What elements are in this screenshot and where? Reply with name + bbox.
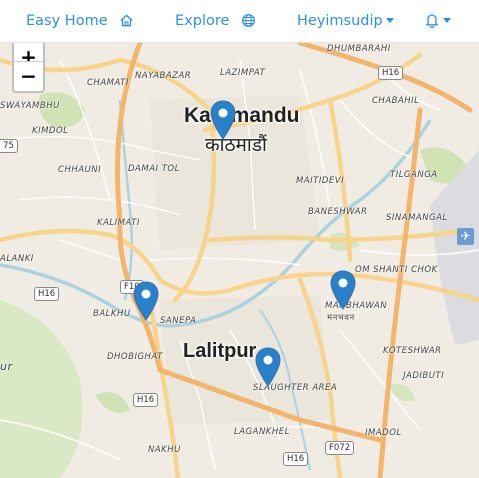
area-label: DHOBIGHAT <box>107 352 163 362</box>
user-menu-label: Heyimsudip <box>297 13 383 29</box>
road-shield: H16 <box>283 452 309 466</box>
map-marker-manbhawan[interactable] <box>330 270 356 310</box>
airplane-icon: ✈ <box>457 228 474 245</box>
map-marker-sanepa[interactable] <box>133 281 159 321</box>
top-navbar: Easy Home Explore Heyimsudip <box>0 0 479 43</box>
area-label: ur <box>0 360 13 373</box>
chevron-down-icon <box>385 18 394 23</box>
area-label: मनभवन <box>327 313 355 323</box>
area-label: ALANKI <box>0 254 34 264</box>
area-label: KALIMATI <box>97 218 140 228</box>
city-label-lalitpur: Lalitpur <box>183 340 257 362</box>
bell-icon <box>426 14 438 29</box>
area-label: DHUMBARAHI <box>327 44 391 54</box>
area-label: SINAMANGAL <box>386 213 448 223</box>
area-label: KIMDOL <box>32 126 69 136</box>
area-label: CHABAHIL <box>372 96 420 106</box>
area-label: BALKHU <box>93 309 131 319</box>
map-marker-kathmandu[interactable] <box>210 100 236 140</box>
home-icon <box>120 14 133 27</box>
area-label: TILGANGA <box>390 170 438 180</box>
nav-home-label: Easy Home <box>26 13 108 29</box>
zoom-out-button[interactable]: − <box>14 62 43 91</box>
chevron-down-icon <box>443 18 451 23</box>
city-label-kathmandu: Kathmandu <box>184 104 300 127</box>
map-view[interactable]: DHUMBARAHI CHAMATI NAYABAZAR LAZIMPAT SW… <box>0 43 479 478</box>
map-marker-lalitpur[interactable] <box>255 347 281 387</box>
area-label: LAGANKHEL <box>234 427 290 437</box>
area-label: BANESHWAR <box>308 207 368 217</box>
area-label: LAZIMPAT <box>220 68 266 78</box>
road-shield: H16 <box>378 66 404 80</box>
area-label: KOTESHWAR <box>383 346 442 356</box>
nav-home-link[interactable]: Easy Home <box>26 0 134 43</box>
road-shield: H16 <box>34 287 60 301</box>
area-label: DAMAI TOL <box>128 164 180 174</box>
road-shield: H16 <box>133 393 159 407</box>
zoom-control: + − <box>12 43 45 93</box>
user-menu-dropdown[interactable]: Heyimsudip <box>297 0 394 43</box>
nav-explore-label: Explore <box>175 13 230 29</box>
area-label: NAKHU <box>148 445 181 455</box>
area-label: CHHAUNI <box>58 165 102 175</box>
zoom-in-button[interactable]: + <box>14 43 43 62</box>
area-label: SWAYAMBHU <box>0 101 60 111</box>
area-label: CHAMATI <box>87 78 129 88</box>
area-label: SANEPA <box>160 316 197 326</box>
area-label: OM SHANTI CHOK <box>355 265 438 275</box>
road-shield: F072 <box>325 441 355 455</box>
road-shield: 75 <box>0 139 18 153</box>
notifications-dropdown[interactable] <box>424 0 451 43</box>
area-label: MAITIDEVI <box>296 176 345 186</box>
area-label: IMADOL <box>365 428 402 438</box>
area-label: JADIBUTI <box>403 371 445 381</box>
area-label: NAYABAZAR <box>135 71 192 81</box>
nav-explore-link[interactable]: Explore <box>175 0 256 43</box>
globe-icon <box>242 13 256 28</box>
